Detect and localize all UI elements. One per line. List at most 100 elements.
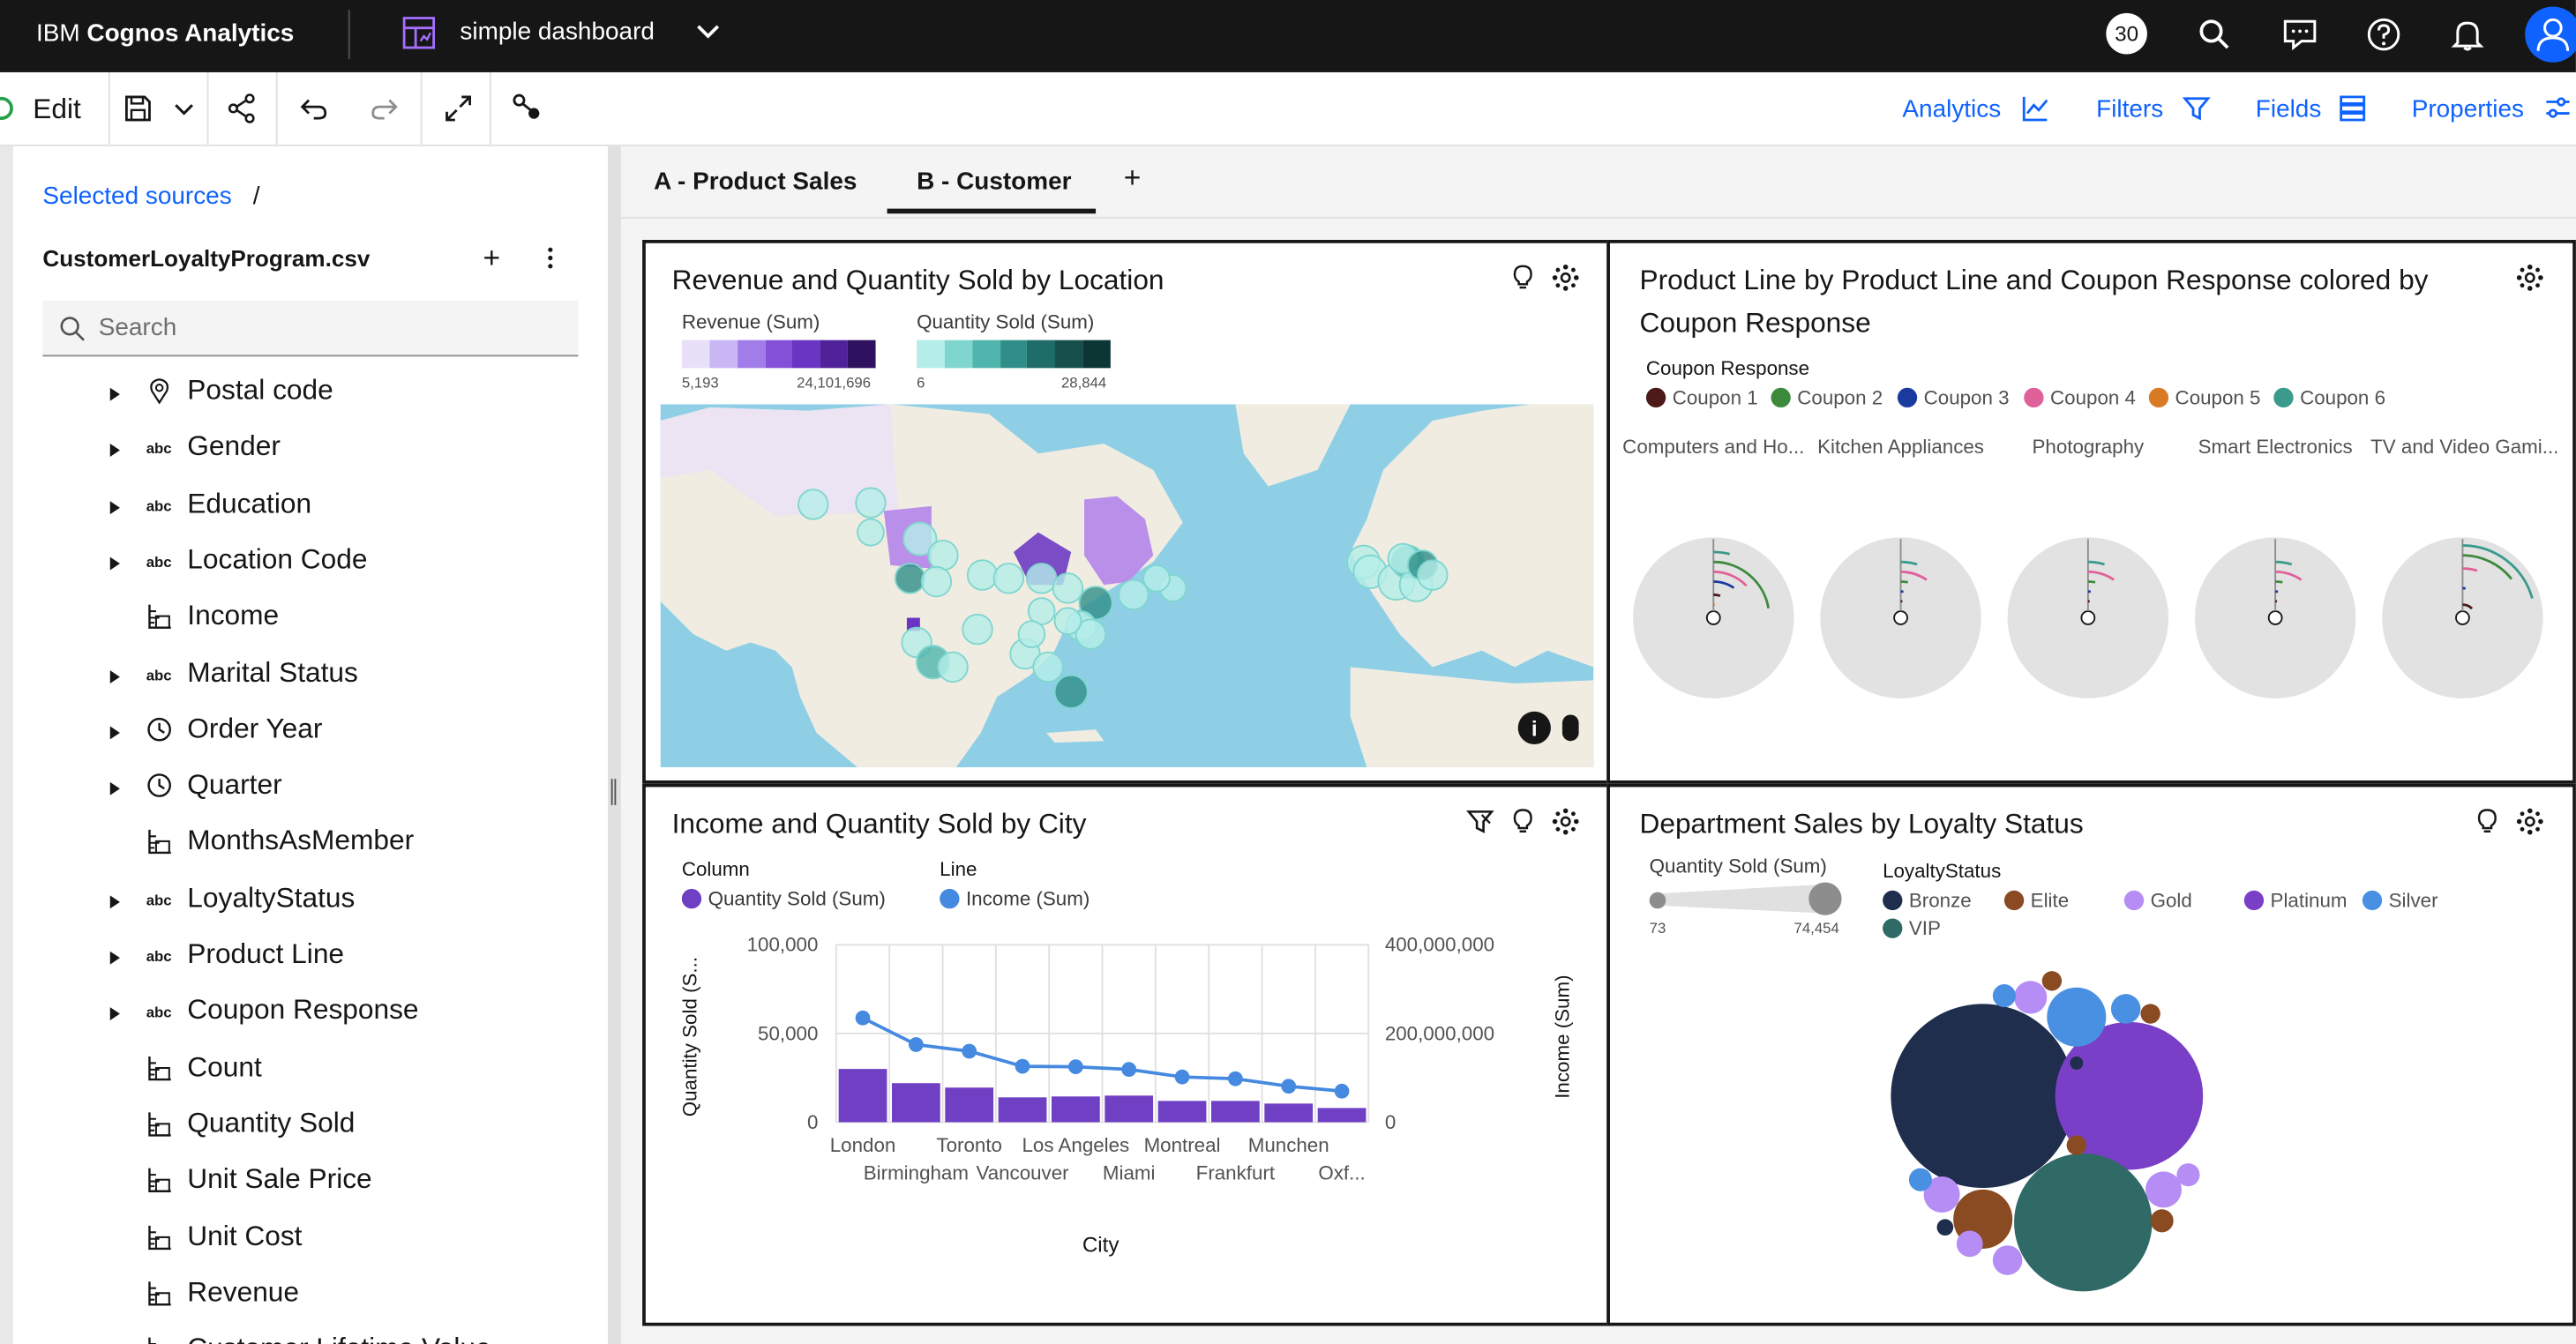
line-point[interactable] [1334,1083,1350,1099]
legend-item[interactable]: Gold [2151,889,2192,912]
visualization-settings-icon[interactable] [1551,263,1581,293]
expand-caret-icon[interactable] [109,782,120,795]
dashboard-name[interactable]: simple dashboard [460,18,654,46]
bubble[interactable] [2014,981,2048,1014]
bubble[interactable] [2014,1153,2153,1292]
relationship-icon[interactable] [511,92,543,124]
edit-mode-toggle[interactable]: Edit [33,93,81,126]
map-bubble[interactable] [966,559,999,591]
expand-caret-icon[interactable] [109,444,120,458]
visualization-settings-icon[interactable] [2515,807,2545,837]
line-point[interactable] [1227,1071,1243,1086]
map-bubble[interactable] [920,565,953,598]
panel-splitter[interactable] [608,146,621,1344]
legend-item[interactable]: Coupon 4 [2050,386,2136,409]
bar[interactable] [891,1083,940,1123]
map-bubble[interactable] [798,489,829,520]
share-icon[interactable] [225,92,258,124]
visualization-settings-icon[interactable] [1551,807,1581,837]
properties-link[interactable]: Properties [2412,95,2524,123]
bubble[interactable] [2145,1171,2183,1208]
map-bubble[interactable] [857,518,885,547]
map-bubble[interactable] [855,487,887,519]
expand-caret-icon[interactable] [109,669,120,683]
add-source-button[interactable]: + [483,242,500,276]
bubble[interactable] [2110,994,2141,1024]
field-search-box[interactable]: Search [42,300,579,357]
expand-caret-icon[interactable] [109,1007,120,1021]
radial-chart[interactable] [2378,533,2549,704]
chat-icon[interactable] [2282,17,2318,53]
field-item[interactable]: Count [13,1046,608,1101]
line-point[interactable] [1015,1058,1030,1074]
radial-chart[interactable] [2003,533,2174,704]
legend-column-item[interactable]: Quantity Sold (Sum) [708,887,886,910]
line-point[interactable] [1174,1069,1190,1085]
expand-caret-icon[interactable] [109,726,120,740]
bar[interactable] [945,1087,994,1123]
bubble[interactable] [2070,1056,2084,1070]
map-bubble[interactable] [1032,651,1064,683]
packed-bubble-widget[interactable]: Department Sales by Loyalty Status Quant… [1606,783,2576,1326]
field-item[interactable]: MonthsAsMember [13,820,608,876]
radial-chart[interactable] [1816,533,1987,704]
bubble[interactable] [1908,1168,1932,1191]
bar[interactable] [838,1069,887,1123]
radial-arc[interactable] [2275,580,2283,584]
product-brand[interactable]: IBM Cognos Analytics [36,19,294,48]
legend-item[interactable]: Elite [2031,889,2069,912]
splitter-grip[interactable] [610,779,617,805]
field-item[interactable]: Income [13,595,608,651]
chevron-down-icon[interactable] [168,92,200,124]
line-point[interactable] [1121,1062,1137,1078]
legend-item[interactable]: Bronze [1909,889,1972,912]
filter-icon[interactable] [2182,93,2212,123]
trellis-widget[interactable]: Product Line by Product Line and Coupon … [1606,240,2576,784]
bubble[interactable] [1992,983,2016,1008]
lightbulb-icon[interactable] [1508,263,1538,293]
bar[interactable] [1051,1096,1100,1123]
expand-icon[interactable] [442,92,475,124]
bubble[interactable] [2041,971,2063,991]
legend-line-item[interactable]: Income (Sum) [966,887,1090,910]
notification-bell-icon[interactable] [2450,17,2486,53]
search-icon[interactable] [2197,17,2233,53]
save-icon[interactable] [122,92,154,124]
map-bubble[interactable] [1118,579,1149,611]
filter-icon[interactable] [1465,807,1495,837]
line-point[interactable] [1281,1079,1297,1094]
map-bubble[interactable] [1142,564,1171,593]
expand-caret-icon[interactable] [109,894,120,908]
expand-caret-icon[interactable] [109,951,120,965]
undo-icon[interactable] [297,92,330,124]
line-point[interactable] [962,1043,977,1059]
tab-product-sales[interactable]: A - Product Sales [654,168,857,196]
radial-arc[interactable] [1713,594,1721,597]
expand-caret-icon[interactable] [109,387,120,401]
packed-bubble-chart[interactable] [1610,952,2572,1323]
field-item[interactable]: abc Gender [13,426,608,482]
bubble[interactable] [1992,1245,2023,1275]
map-bubble[interactable] [1053,674,1089,709]
legend-item[interactable]: Coupon 3 [1924,386,2010,409]
field-item[interactable]: Customer Lifetime Value [13,1328,608,1344]
field-item[interactable]: Quarter [13,765,608,820]
map-bubble[interactable] [1417,559,1449,591]
bar[interactable] [1105,1095,1154,1123]
expand-caret-icon[interactable] [109,500,120,514]
add-tab-button[interactable]: + [1124,161,1142,196]
tab-customer[interactable]: B - Customer [917,168,1071,196]
legend-item[interactable]: Coupon 1 [1673,386,1758,409]
field-item[interactable]: Quantity Sold [13,1102,608,1158]
bar[interactable] [1317,1108,1367,1123]
field-item[interactable]: Revenue [13,1272,608,1327]
bar[interactable] [1157,1101,1207,1123]
bubble[interactable] [1891,1004,2075,1189]
bubble[interactable] [2150,1209,2174,1233]
bar[interactable] [998,1097,1047,1123]
bubble[interactable] [2047,987,2107,1047]
legend-item[interactable]: VIP [1909,917,1941,940]
field-item[interactable]: Order Year [13,708,608,764]
bubble[interactable] [1936,1219,1954,1236]
redo-icon[interactable] [368,92,401,124]
